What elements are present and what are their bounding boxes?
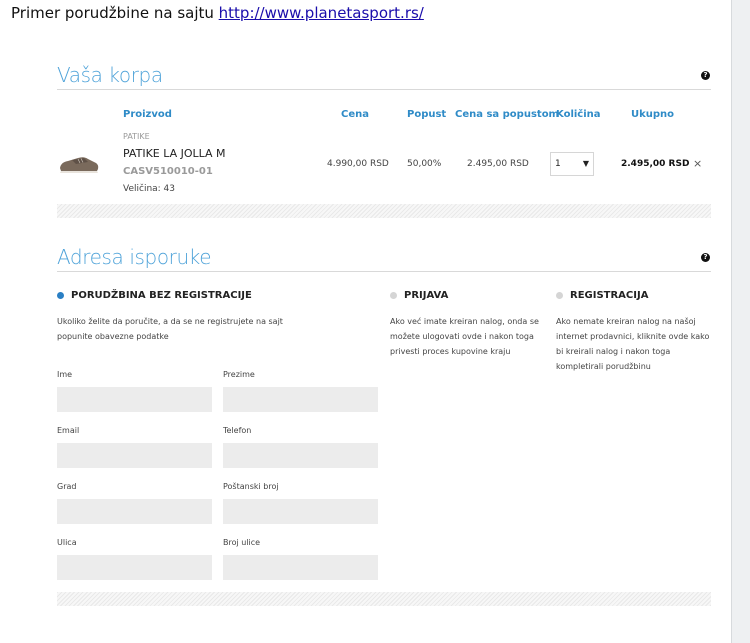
help-icon[interactable]: ? [701,253,710,262]
email-input[interactable] [57,443,212,468]
item-total: 2.495,00 RSD [621,159,690,169]
help-icon[interactable]: ? [701,71,710,80]
radio-login[interactable] [390,292,397,299]
ime-input[interactable] [57,387,212,412]
grad-input[interactable] [57,499,212,524]
intro-text: Primer porudžbine na sajtu http://www.pl… [11,4,424,22]
option-guest-title[interactable]: PORUDŽBINA BEZ REGISTRACIJE [71,290,252,301]
option-register-title[interactable]: REGISTRACIJA [570,290,648,301]
product-sku: CASV510010-01 [123,166,213,177]
product-size: Veličina: 43 [123,184,176,194]
option-guest-desc: Ukoliko želite da poručite, a da se ne r… [57,317,283,341]
option-register-desc: Ako nemate kreiran nalog na našoj intern… [556,317,710,371]
address-section-header: Adresa isporuke ? [57,245,711,272]
item-discounted-price: 2.495,00 RSD [467,159,529,169]
item-price: 4.990,00 RSD [327,159,389,169]
col-discounted-price: Cena sa popustom [455,109,559,120]
section-divider [57,592,711,606]
label-telefon: Telefon [223,426,252,435]
ulica-input[interactable] [57,555,212,580]
postanski-broj-input[interactable] [223,499,378,524]
product-name[interactable]: PATIKE LA JOLLA M [123,147,226,160]
label-broj-ulice: Broj ulice [223,538,261,547]
label-prezime: Prezime [223,370,255,379]
radio-guest-selected[interactable] [57,292,64,299]
intro-link[interactable]: http://www.planetasport.rs/ [219,4,424,22]
cart-section-header: Vaša korpa ? [57,63,711,90]
label-email: Email [57,426,80,435]
quantity-value: 1 [555,159,561,169]
quantity-select[interactable]: 1 ▼ [550,152,594,176]
col-quantity: Količina [556,109,601,120]
col-discount: Popust [407,109,447,120]
section-divider [57,204,711,218]
radio-register[interactable] [556,292,563,299]
label-ime: Ime [57,370,73,379]
col-total: Ukupno [631,109,675,120]
col-product: Proizvod [123,109,172,120]
page-margin [732,0,750,643]
cart-title: Vaša korpa [57,63,163,87]
telefon-input[interactable] [223,443,378,468]
label-postanski-broj: Poštanski broj [223,482,279,491]
prezime-input[interactable] [223,387,378,412]
product-category: PATIKE [123,132,150,141]
option-login-title[interactable]: PRIJAVA [404,290,448,301]
address-title: Adresa isporuke [57,245,212,269]
broj-ulice-input[interactable] [223,555,378,580]
option-login-desc: Ako već imate kreiran nalog, onda se mož… [390,317,539,356]
product-image[interactable] [58,150,100,176]
col-price: Cena [341,109,369,120]
close-icon[interactable]: × [693,157,702,170]
label-grad: Grad [57,482,77,491]
label-ulica: Ulica [57,538,77,547]
chevron-down-icon: ▼ [582,159,589,168]
intro-label: Primer porudžbine na sajtu [11,4,219,22]
item-discount: 50,00% [407,159,442,169]
